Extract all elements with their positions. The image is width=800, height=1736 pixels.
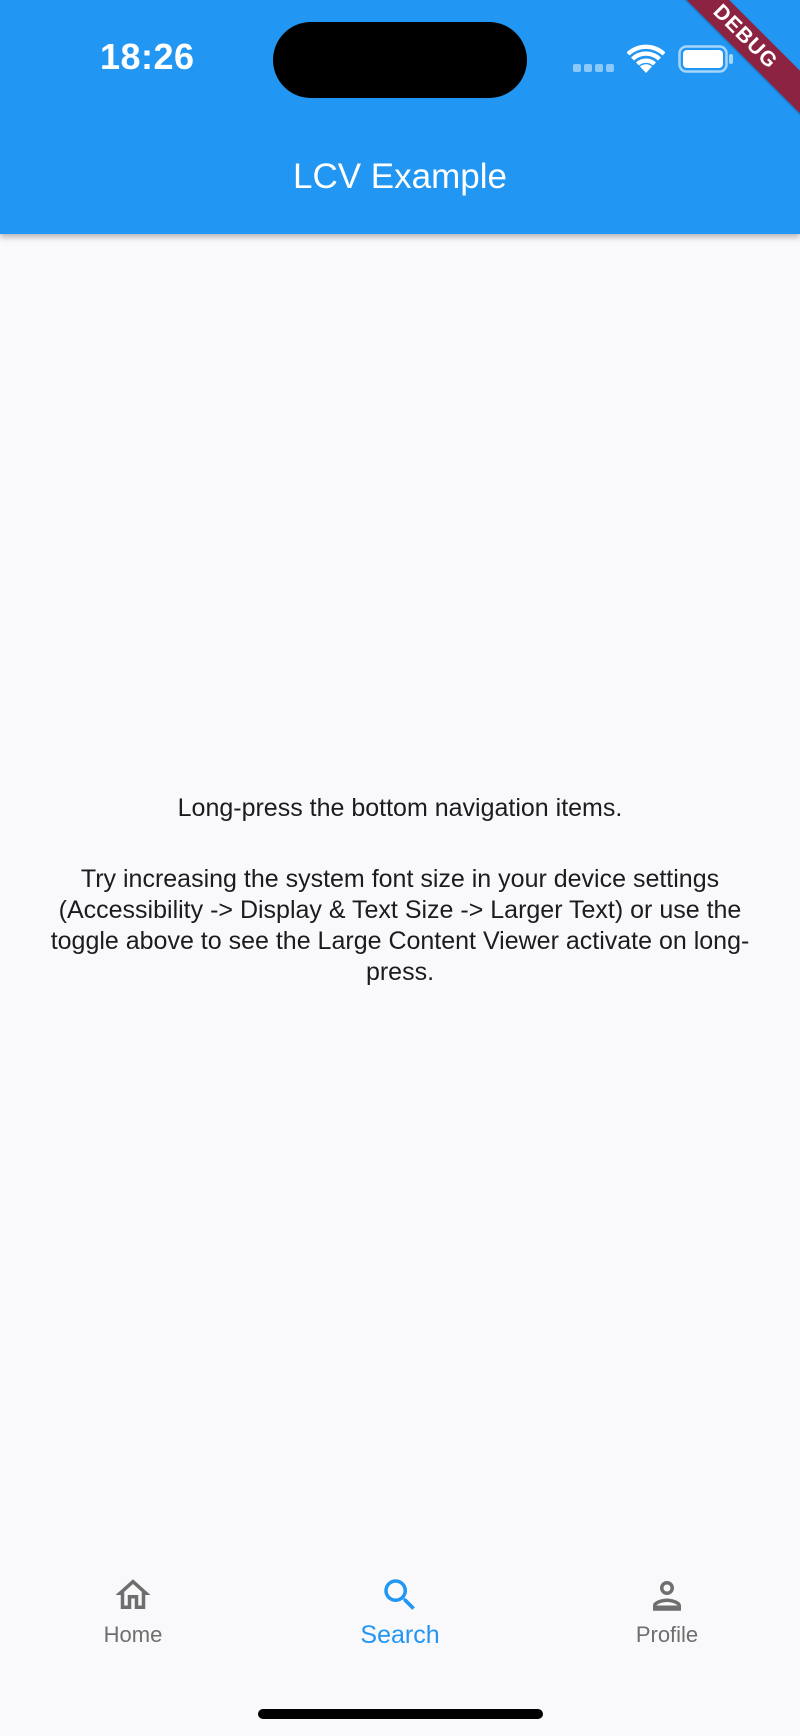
search-icon [384,1579,415,1610]
battery-icon [678,45,733,73]
nav-label-profile: Profile [635,1622,699,1647]
nav-label-home: Home [103,1622,163,1647]
status-time: 18:26 [100,36,195,77]
nav-item-profile[interactable]: Profile [567,1574,767,1664]
bottom-navigation-bar: Home Search Profile [0,1548,800,1736]
nav-item-search[interactable]: Search [300,1574,500,1664]
instruction-text: Long-press the bottom navigation items. [177,794,623,822]
nav-item-home[interactable]: Home [33,1574,233,1664]
wifi-icon [627,44,665,73]
home-indicator[interactable] [258,1709,543,1719]
app-bar: 18:26 LCV Example [0,0,800,234]
cellular-signal-icon [573,64,614,72]
hint-text: Try increasing the system font size in y… [50,865,750,986]
person-icon [653,1581,681,1611]
dynamic-island [273,22,527,98]
main-content: Long-press the bottom navigation items. … [50,793,750,988]
home-icon [115,1579,151,1609]
nav-label-search: Search [360,1621,440,1649]
app-bar-title: LCV Example [293,157,507,196]
